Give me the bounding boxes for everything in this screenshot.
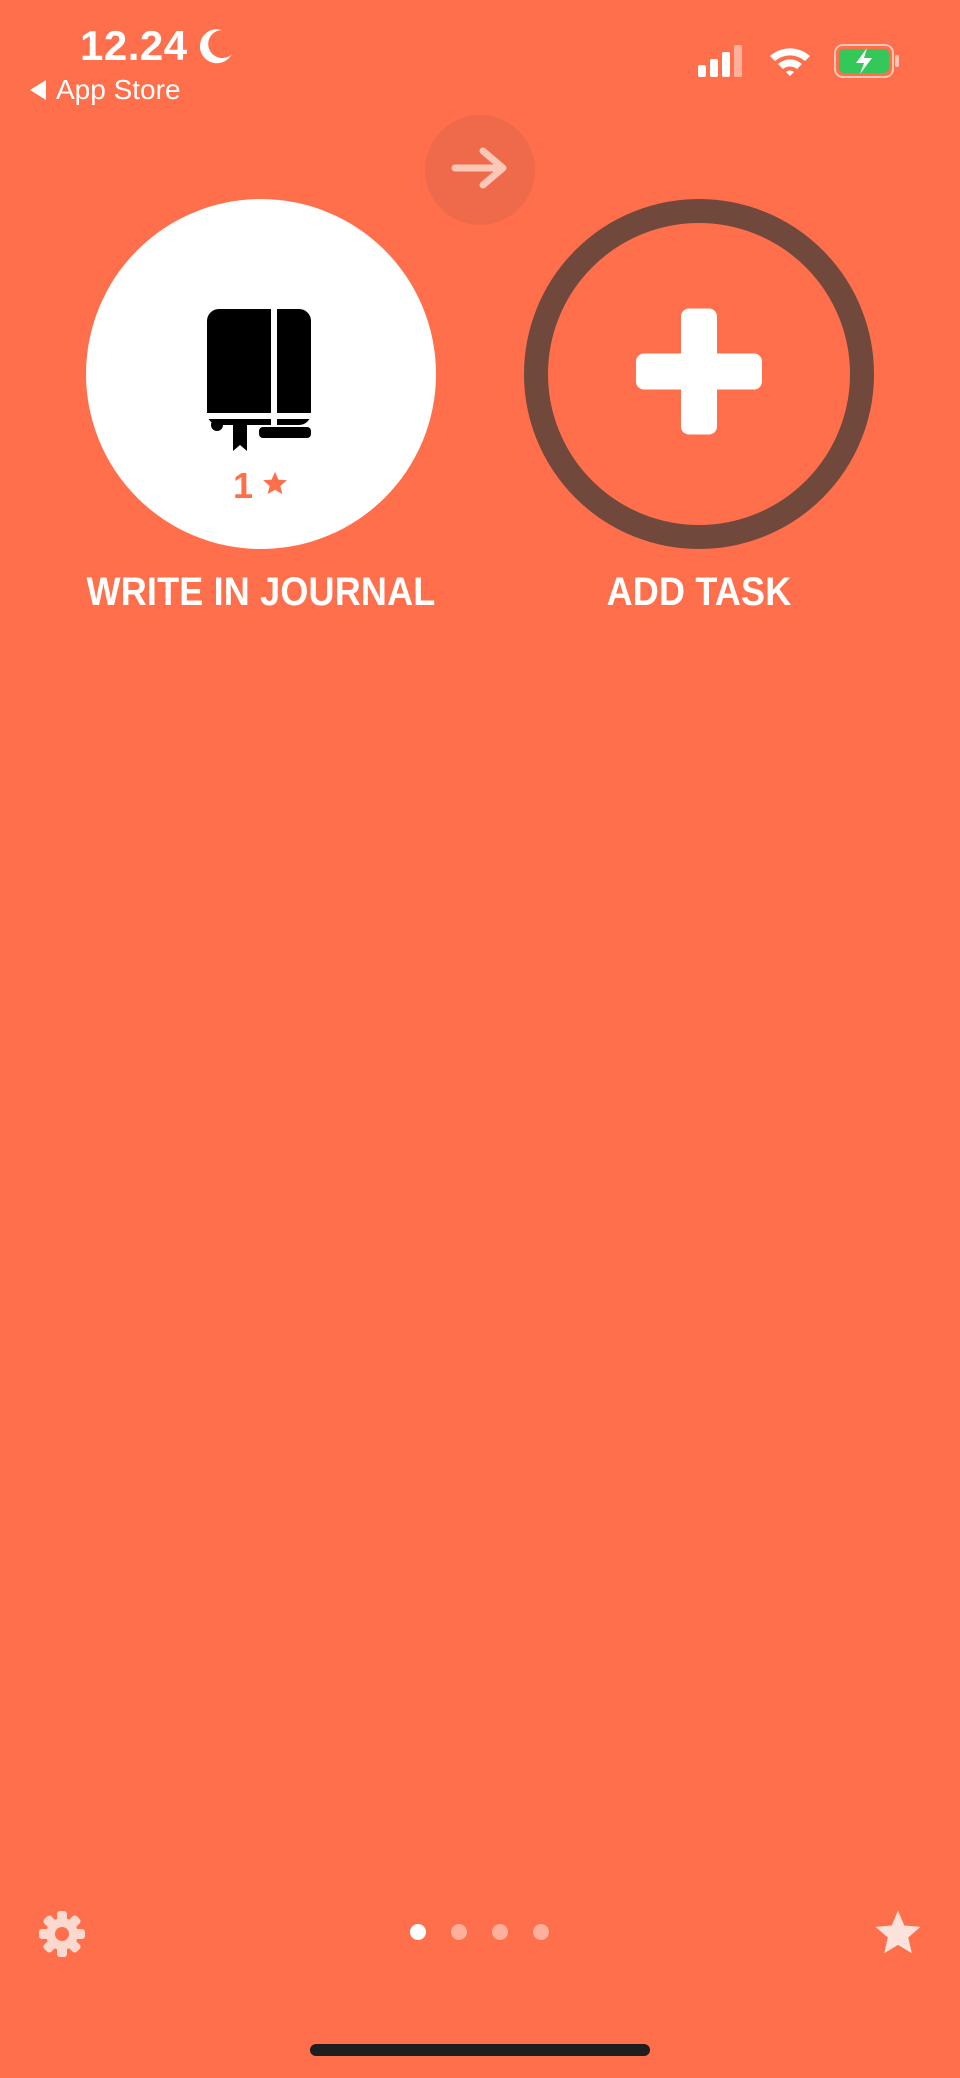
add-task-button[interactable] bbox=[524, 199, 874, 549]
page-dot[interactable] bbox=[410, 1924, 426, 1940]
wifi-icon bbox=[768, 45, 812, 82]
star-icon bbox=[261, 465, 289, 507]
page-dot[interactable] bbox=[492, 1924, 508, 1940]
status-indicators bbox=[698, 44, 900, 83]
add-task-label[interactable]: ADD TASK bbox=[510, 570, 888, 615]
gear-icon[interactable] bbox=[38, 1910, 86, 1963]
back-triangle-icon bbox=[30, 80, 46, 100]
page-indicator[interactable] bbox=[410, 1924, 549, 1940]
home-indicator[interactable] bbox=[310, 2044, 650, 2056]
write-in-journal-label[interactable]: WRITE IN JOURNAL bbox=[72, 570, 450, 615]
page-dot[interactable] bbox=[533, 1924, 549, 1940]
clock-text: 12.24 bbox=[80, 22, 188, 69]
write-in-journal-button[interactable]: 1 bbox=[86, 199, 436, 549]
back-app-label: App Store bbox=[56, 74, 181, 105]
next-arrow-button[interactable] bbox=[425, 115, 535, 225]
moon-icon bbox=[196, 26, 236, 66]
arrow-right-icon bbox=[451, 147, 509, 194]
status-time: 12.24 bbox=[80, 18, 236, 74]
journal-count-value: 1 bbox=[232, 465, 254, 506]
star-icon[interactable] bbox=[872, 1908, 924, 1965]
battery-charging-icon bbox=[834, 44, 900, 83]
back-to-app-store[interactable]: App Store bbox=[30, 74, 181, 106]
journal-star-count: 1 bbox=[86, 465, 436, 507]
cellular-signal-icon bbox=[698, 45, 746, 82]
book-icon bbox=[207, 309, 315, 456]
page-dot[interactable] bbox=[451, 1924, 467, 1940]
plus-icon bbox=[636, 308, 762, 440]
